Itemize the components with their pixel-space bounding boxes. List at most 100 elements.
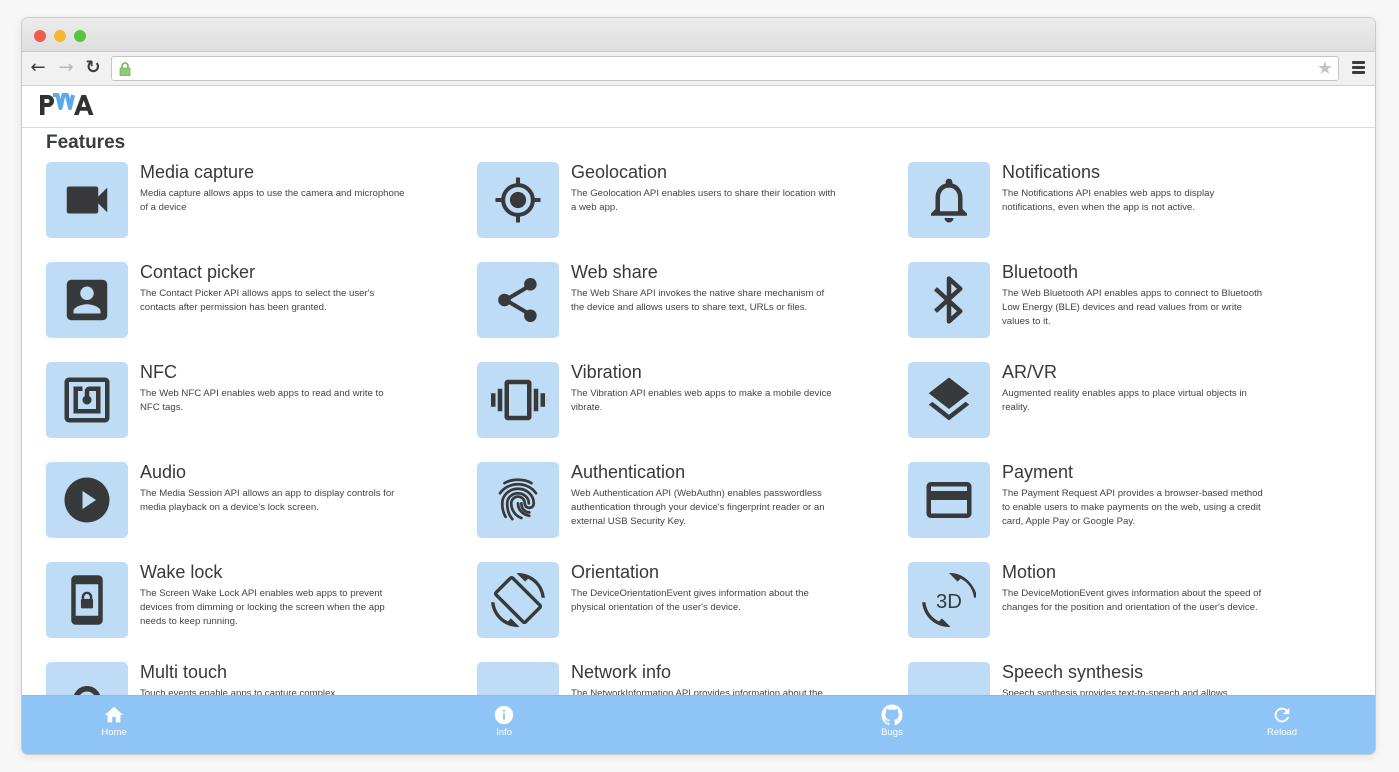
feature-title: Vibration [571,362,642,382]
info-icon [494,705,514,725]
feature-title: NFC [140,362,177,382]
phone-lock-icon [71,575,103,625]
gps-target-icon [495,177,541,223]
layers-icon [928,377,970,421]
nav-home-button[interactable]: Home [74,704,154,738]
feature-description: The DeviceOrientationEvent gives informa… [571,588,809,613]
features-page: Features Media capture Media capture all… [22,129,1375,695]
feature-card-geolocation[interactable]: Geolocation The Geolocation API enables … [477,162,897,242]
feature-card-media-capture[interactable]: Media capture Media capture allows apps … [46,162,466,242]
feature-title: Authentication [571,462,686,482]
nav-label: Info [496,727,512,738]
section-title: Features [46,132,126,153]
credit-card-icon [926,482,972,518]
nav-info-button[interactable]: Info [464,704,544,738]
feature-description: Augmented reality enables apps to place … [1002,388,1247,413]
speech-icon [922,673,976,695]
feature-card-wake-lock[interactable]: Wake lock The Screen Wake Lock API enabl… [46,562,466,642]
feature-title: Multi touch [140,662,228,682]
feature-card-web-share[interactable]: Web share The Web Share API invokes the … [477,262,897,342]
zoom-window-button[interactable] [74,30,86,42]
browser-reload-icon[interactable]: ↻ [83,58,103,78]
github-icon [881,704,903,726]
nav-reload-button[interactable]: Reload [1242,704,1322,738]
feature-description: The Geolocation API enables users to sha… [571,188,836,213]
lock-icon [119,62,131,76]
videocam-icon [66,186,108,214]
feature-title: Bluetooth [1002,262,1079,282]
pwa-logo[interactable] [38,92,96,118]
feature-description: The NetworkInformation API provides info… [571,688,823,695]
feature-description: The Web Share API invokes the native sha… [571,288,825,313]
feature-title: Contact picker [140,262,256,282]
feature-description: The Web Bluetooth API enables apps to co… [1002,288,1263,327]
feature-card-bluetooth[interactable]: Bluetooth The Web Bluetooth API enables … [908,262,1328,342]
bottom-navigation: Home Info Bugs Reload [22,695,1375,754]
feature-card-speech-synthesis[interactable]: Speech synthesis Speech synthesis provid… [908,662,1328,695]
feature-card-network-info[interactable]: Network info The NetworkInformation API … [477,662,897,695]
feature-card-multi-touch[interactable]: Multi touch Touch events enable apps to … [46,662,466,695]
feature-title: Motion [1002,562,1057,582]
browser-toolbar: ← → ↻ ★ [22,52,1375,86]
feature-title: Speech synthesis [1002,662,1144,682]
app-header [22,86,1375,128]
feature-description: The Web NFC API enables web apps to read… [140,388,384,413]
feature-card-notifications[interactable]: Notifications The Notifications API enab… [908,162,1328,242]
feature-description: The DeviceMotionEvent gives information … [1002,588,1262,613]
feature-card-ar-vr[interactable]: AR/VR Augmented reality enables apps to … [908,362,1328,442]
nav-label: Home [101,727,127,738]
nav-label: Bugs [881,727,903,738]
reload-icon [1274,707,1290,723]
bell-icon [931,178,967,223]
feature-title: Media capture [140,162,255,182]
fingerprint-icon [498,478,538,521]
feature-card-authentication[interactable]: Authentication Web Authentication API (W… [477,462,897,542]
feature-card-vibration[interactable]: Vibration The Vibration API enables web … [477,362,897,442]
feature-description: Media capture allows apps to use the cam… [140,188,405,213]
feature-title: Payment [1002,462,1074,482]
feature-description: Touch events enable apps to capture comp… [140,688,336,695]
touch-icon [74,686,100,695]
feature-title: Orientation [571,562,660,582]
feature-card-contact-picker[interactable]: Contact picker The Contact Picker API al… [46,262,466,342]
nav-bugs-button[interactable]: Bugs [852,704,932,738]
vibration-icon [491,379,545,421]
feature-title: Wake lock [140,562,223,582]
bookmark-star-icon[interactable]: ★ [1317,58,1333,79]
nfc-icon [64,377,110,423]
play-circle-icon [64,477,110,523]
title-bar [22,18,1375,52]
feature-title: Web share [571,262,658,282]
feature-card-nfc[interactable]: NFC The Web NFC API enables web apps to … [46,362,466,442]
browser-window: ← → ↻ ★ Features Media capture Media cap… [21,17,1376,755]
feature-description: The Payment Request API provides a brows… [1002,488,1263,527]
feature-description: Web Authentication API (WebAuthn) enable… [571,488,825,527]
share-icon [498,277,537,323]
feature-description: The Vibration API enables web apps to ma… [571,388,832,413]
svg-text:3D: 3D [936,591,962,613]
feature-description: The Notifications API enables web apps t… [1002,188,1215,213]
feature-title: Network info [571,662,672,682]
home-icon [104,706,124,723]
feature-description: The Media Session API allows an app to d… [140,488,395,513]
feature-description: Speech synthesis provides text-to-speech… [1002,688,1228,695]
forward-arrow-icon[interactable]: → [56,58,76,78]
nav-label: Reload [1266,727,1298,738]
close-window-button[interactable] [34,30,46,42]
feature-title: Geolocation [571,162,668,182]
back-arrow-icon[interactable]: ← [28,58,48,78]
feature-card-payment[interactable]: Payment The Payment Request API provides… [908,462,1328,542]
browser-menu-icon[interactable] [1352,61,1365,75]
3d-rotation-icon: 3D [922,573,976,627]
speed-gauge-icon [491,673,545,695]
feature-card-audio[interactable]: Audio The Media Session API allows an ap… [46,462,466,542]
feature-description: The Contact Picker API allows apps to se… [140,288,375,313]
feature-description: The Screen Wake Lock API enables web app… [140,588,385,627]
bluetooth-icon [933,276,963,324]
minimize-window-button[interactable] [54,30,66,42]
feature-card-motion[interactable]: 3D Motion The DeviceMotionEvent gives in… [908,562,1328,642]
screen-rotation-icon [491,573,545,627]
address-bar[interactable]: ★ [111,56,1339,81]
feature-title: Audio [140,462,187,482]
feature-card-orientation[interactable]: Orientation The DeviceOrientationEvent g… [477,562,897,642]
